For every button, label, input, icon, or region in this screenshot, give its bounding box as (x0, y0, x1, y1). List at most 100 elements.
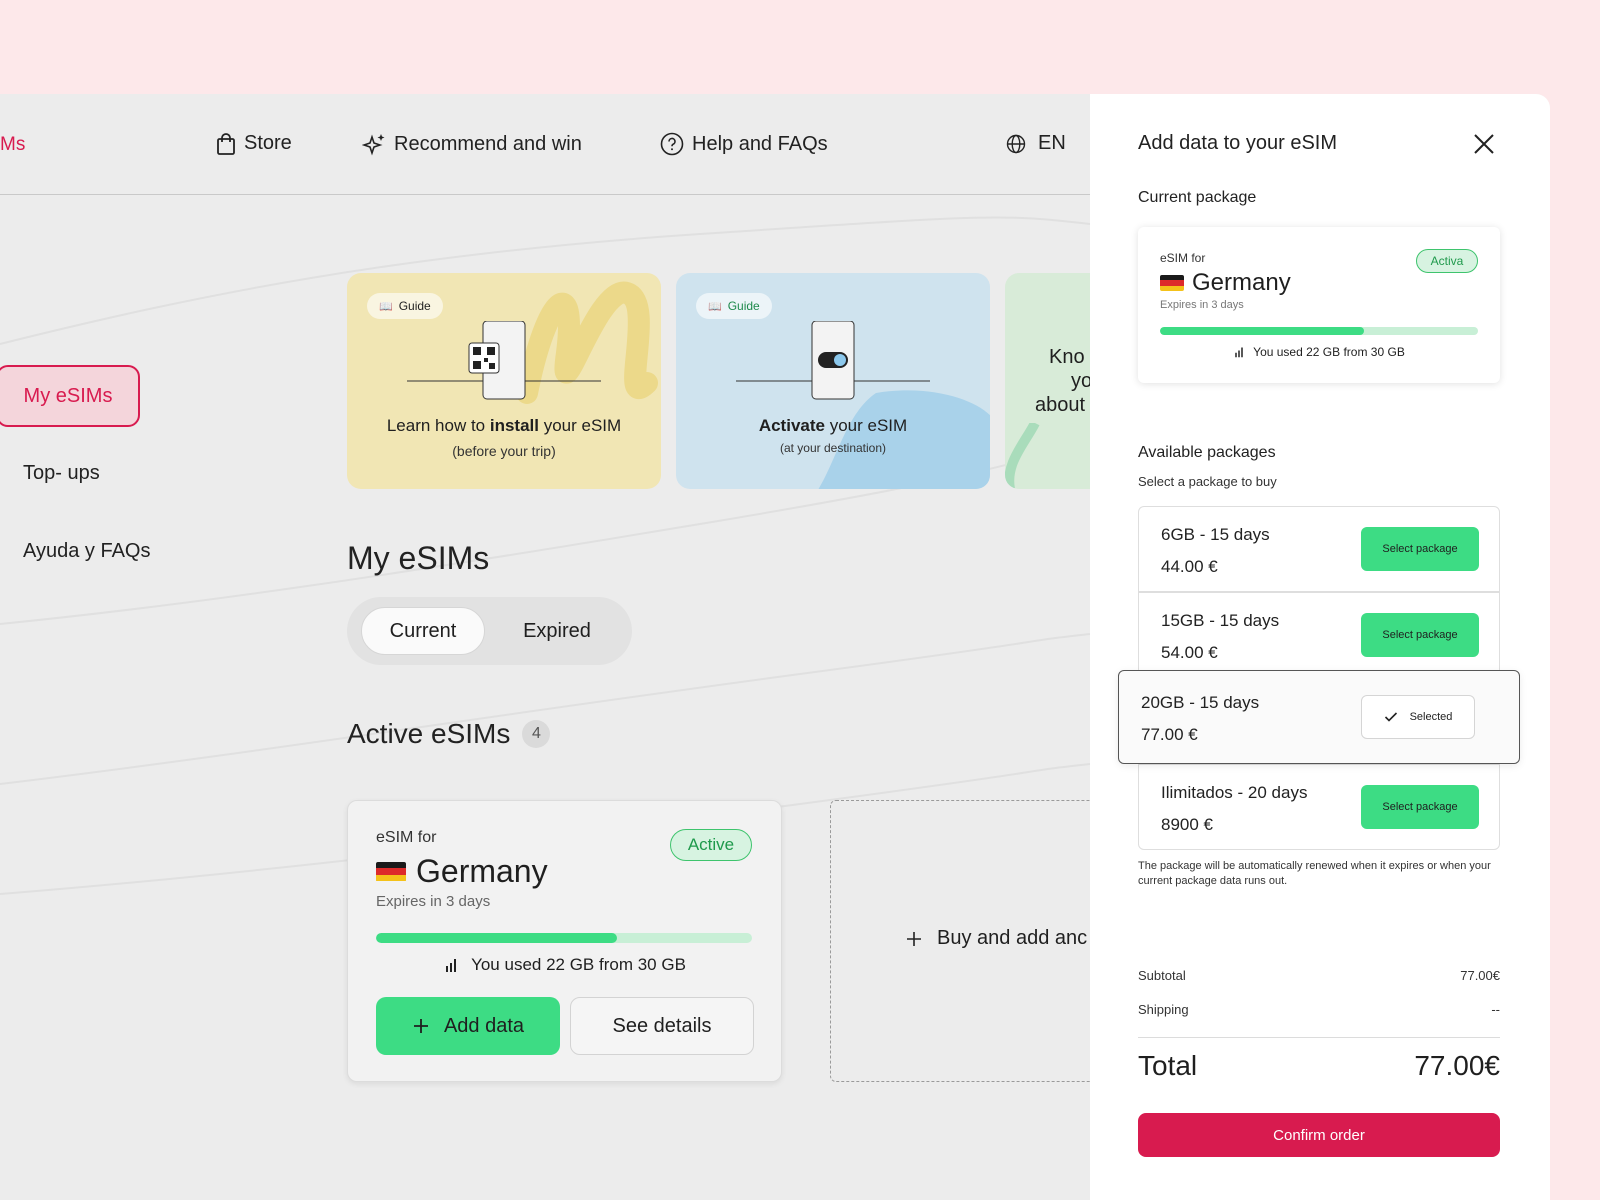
tab-expired[interactable]: Expired (497, 607, 617, 655)
select-package-button[interactable]: Select package (1361, 613, 1479, 657)
guide-title: Activate your eSIM (676, 416, 990, 436)
usage-label: You used 22 GB from 30 GB (1253, 345, 1405, 359)
confirm-order-button[interactable]: Confirm order (1138, 1113, 1500, 1157)
esim-country-name: Germany (1192, 269, 1291, 296)
count-badge: 4 (522, 720, 551, 748)
nav-recommend-label: Recommend and win (394, 132, 582, 155)
subtotal-row: Subtotal 77.00€ (1138, 968, 1500, 983)
close-icon[interactable] (1470, 130, 1498, 158)
package-name: 20GB - 15 days (1141, 693, 1260, 712)
sidebar-item-help[interactable]: Ayuda y FAQs (23, 540, 150, 563)
nav-my-esims-fragment[interactable]: Ms (0, 134, 25, 156)
guide-title: Learn how to install your eSIM (347, 416, 661, 436)
select-package-button[interactable]: Select package (1361, 527, 1479, 571)
esim-card: eSIM for Germany Expires in 3 days Activ… (347, 800, 782, 1082)
guide-card-activate[interactable]: 📖 Guide Activate your eSIM (at your dest… (676, 273, 990, 489)
page-title: My eSIMs (347, 540, 490, 576)
usage-progress-bar (1160, 327, 1478, 335)
sidebar-item-label: My eSIMs (23, 384, 113, 407)
nav-help[interactable]: Help and FAQs (660, 132, 828, 156)
germany-flag-icon (1160, 275, 1184, 291)
usage-text: You used 22 GB from 30 GB (348, 955, 781, 975)
globe-icon (1006, 134, 1026, 153)
nav-recommend[interactable]: Recommend and win (362, 132, 582, 156)
guide-title-pre: Learn how to (386, 416, 490, 435)
see-details-button[interactable]: See details (570, 997, 754, 1055)
signal-bars-icon (1235, 347, 1243, 358)
esim-for-label: eSIM for (1160, 251, 1206, 265)
plus-icon (907, 931, 921, 946)
buy-esim-card[interactable]: Buy and add anc (830, 800, 1110, 1082)
package-option[interactable]: Ilimitados - 20 days 8900 € Select packa… (1138, 764, 1500, 850)
buy-esim-label: Buy and add anc (905, 927, 1087, 950)
signal-bars-icon (446, 959, 457, 972)
subtotal-value: 77.00€ (1460, 968, 1500, 983)
sidebar-item-top-ups[interactable]: Top- ups (23, 462, 100, 485)
selected-package-button[interactable]: Selected (1361, 695, 1475, 739)
package-name: 15GB - 15 days (1161, 611, 1280, 630)
package-price: 44.00 € (1161, 557, 1218, 576)
guide-card-install[interactable]: 📖 Guide Learn how to install your eSIM (… (347, 273, 661, 489)
esim-country: Germany (376, 853, 548, 890)
esim-for-label: eSIM for (376, 829, 437, 846)
confirm-order-label: Confirm order (1273, 1126, 1365, 1144)
selected-label: Selected (1409, 711, 1453, 723)
guide-title-fragment: about (1035, 394, 1086, 416)
phone-toggle-illustration (736, 321, 930, 400)
panel-title: Add data to your eSIM (1138, 132, 1338, 154)
total-row: Total 77.00€ (1138, 1050, 1500, 1082)
select-package-button[interactable]: Select package (1361, 785, 1479, 829)
guide-badge: 📖 Guide (696, 293, 772, 319)
divider (1138, 1037, 1500, 1038)
package-price: 54.00 € (1161, 643, 1218, 662)
total-value: 77.00€ (1414, 1050, 1500, 1081)
add-data-panel: Add data to your eSIM Current package eS… (1090, 94, 1550, 1200)
current-package-label: Current package (1138, 189, 1257, 206)
plus-icon (413, 1019, 428, 1033)
sidebar-item-label: Ayuda y FAQs (23, 540, 151, 562)
sidebar-item-label: Top- ups (23, 462, 100, 484)
usage-progress-fill (1160, 327, 1364, 335)
usage-progress-bar (376, 933, 752, 943)
guide-title-bold: install (489, 416, 539, 435)
nav-store-label: Store (244, 132, 292, 154)
guide-badge-label: Guide (398, 299, 431, 313)
guide-title-post: your eSIM (538, 416, 622, 435)
available-packages-label: Available packages (1138, 444, 1276, 461)
nav-help-label: Help and FAQs (692, 132, 828, 155)
active-esims-heading: Active eSIMs 4 (347, 718, 551, 750)
phone-qr-illustration (407, 321, 601, 400)
tab-current[interactable]: Current (361, 607, 485, 655)
guide-subtitle: (at your destination) (779, 441, 887, 455)
buy-esim-text: Buy and add anc (937, 927, 1088, 949)
package-option[interactable]: 6GB - 15 days 44.00 € Select package (1138, 506, 1500, 592)
package-option-selected[interactable]: 20GB - 15 days 77.00 € Selected (1118, 670, 1520, 764)
add-data-label: Add data (443, 1014, 525, 1037)
add-data-button[interactable]: Add data (376, 997, 560, 1055)
see-details-label: See details (612, 1014, 712, 1037)
sidebar-item-my-esims[interactable]: My eSIMs (0, 365, 140, 427)
available-packages-subtitle: Select a package to buy (1138, 474, 1277, 489)
package-option[interactable]: 15GB - 15 days 54.00 € Select package (1138, 592, 1500, 678)
status-badge: Active (670, 829, 752, 861)
language-label: EN (1038, 132, 1066, 154)
current-package-card: eSIM for Germany Expires in 3 days Activ… (1138, 227, 1500, 383)
usage-label: You used 22 GB from 30 GB (471, 955, 686, 974)
book-icon: 📖 (708, 300, 722, 313)
nav-store[interactable]: Store (216, 132, 292, 155)
esim-country: Germany (1160, 269, 1291, 297)
package-name: 6GB - 15 days (1161, 525, 1270, 544)
sparkle-icon (362, 134, 385, 156)
germany-flag-icon (376, 861, 406, 882)
guide-title-post: your eSIM (824, 416, 908, 435)
usage-progress-fill (376, 933, 617, 943)
esim-status-tabs: Current Expired (347, 597, 632, 665)
help-circle-icon (660, 132, 684, 156)
tab-label: Expired (523, 619, 591, 642)
esim-expires: Expires in 3 days (376, 893, 491, 910)
subtotal-label: Subtotal (1138, 968, 1186, 983)
app-window: Ms Store Recommend and win Help and FAQs (0, 94, 1550, 1200)
status-badge: Activa (1416, 249, 1478, 273)
shopping-bag-icon (217, 132, 235, 155)
guide-badge: 📖 Guide (367, 293, 443, 319)
